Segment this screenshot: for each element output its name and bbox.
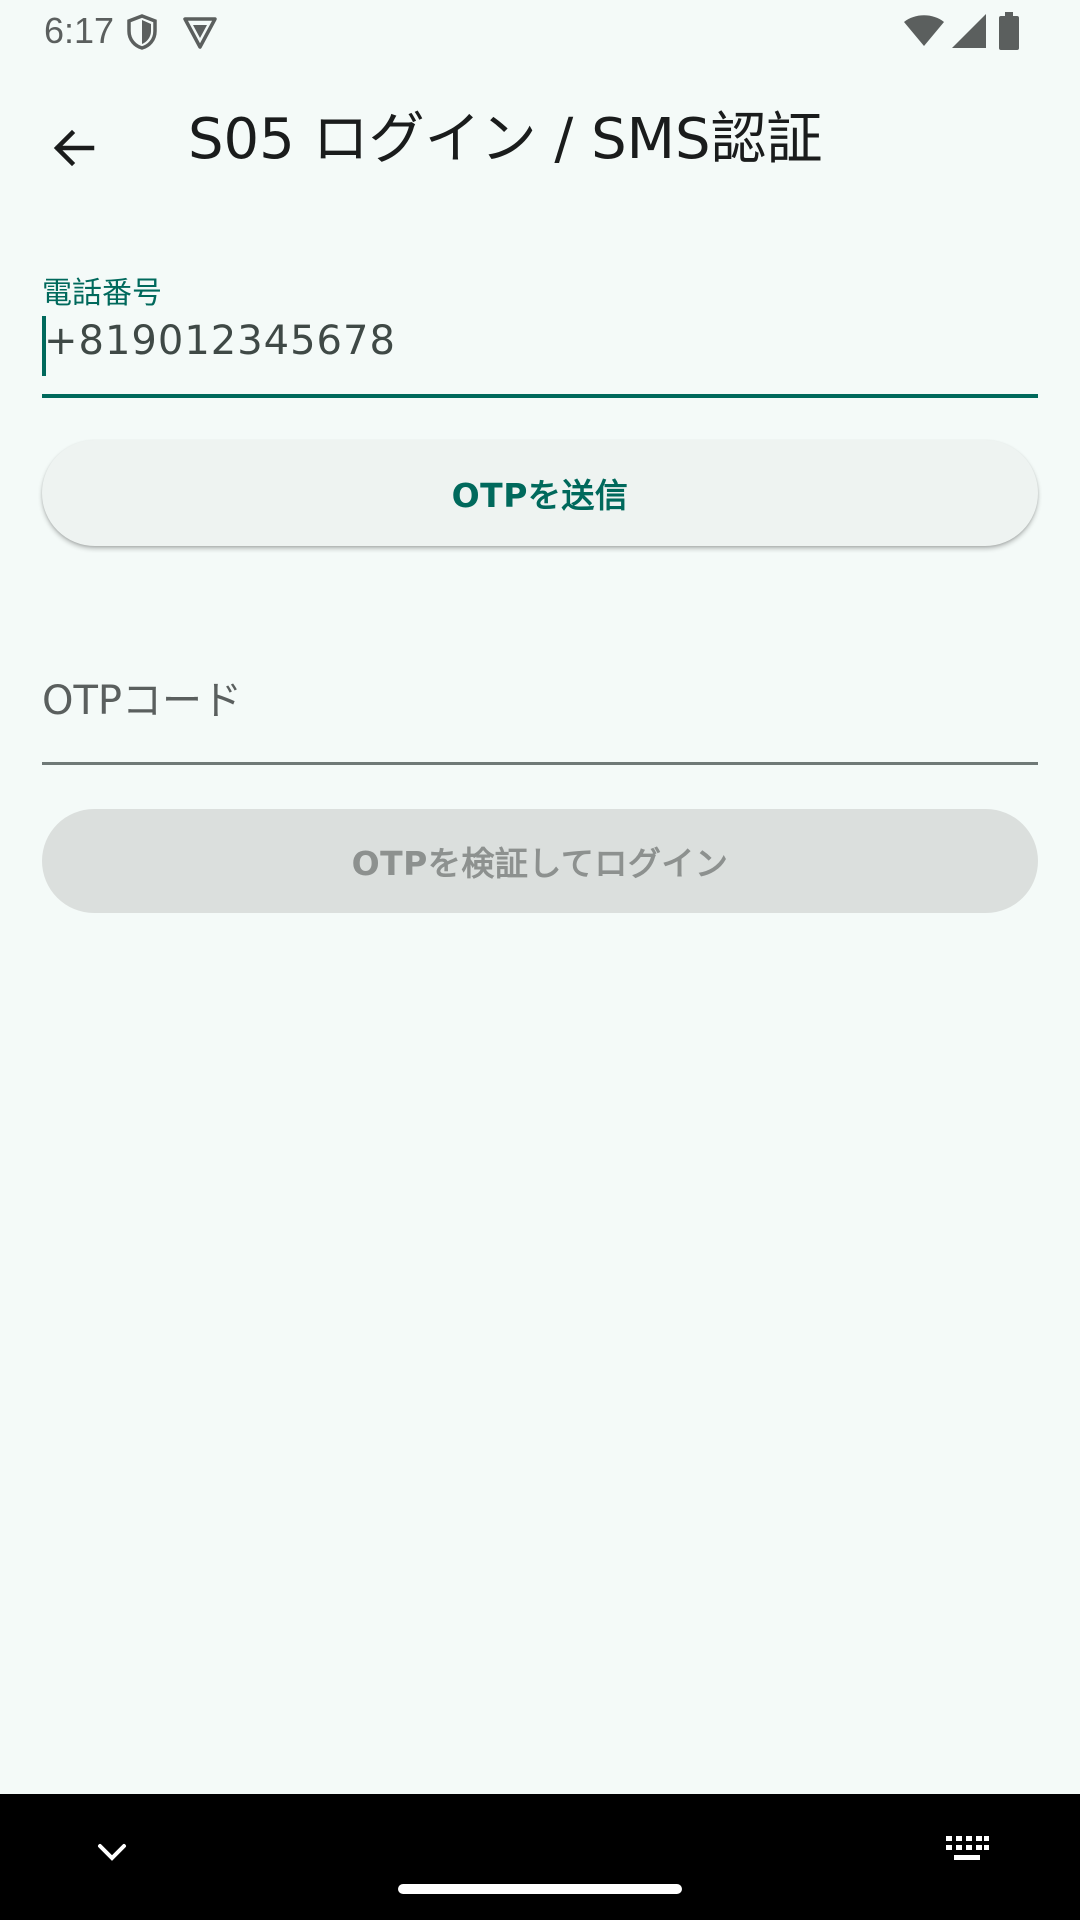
verify-login-label: OTPを検証してログイン bbox=[351, 844, 729, 883]
chevron-down-icon[interactable] bbox=[92, 1836, 132, 1868]
navigation-bar bbox=[0, 1794, 1080, 1920]
verify-login-button[interactable]: OTPを検証してログイン bbox=[42, 809, 1038, 913]
home-handle[interactable] bbox=[398, 1884, 682, 1894]
page-title: S05 ログイン / SMS認証 bbox=[188, 107, 823, 172]
arrow-back-icon bbox=[53, 129, 95, 167]
battery-icon bbox=[999, 12, 1019, 50]
vpn-triangle-icon bbox=[183, 17, 217, 49]
app-bar: S05 ログイン / SMS認証 bbox=[0, 62, 1080, 214]
phone-number-field[interactable]: 電話番号 +819012345678 bbox=[42, 268, 1038, 398]
phone-number-label: 電話番号 bbox=[42, 276, 162, 311]
back-button[interactable] bbox=[28, 102, 120, 194]
keyboard-icon[interactable] bbox=[944, 1834, 990, 1868]
shield-icon bbox=[127, 14, 157, 50]
wifi-icon bbox=[904, 15, 944, 46]
status-time: 6:17 bbox=[44, 10, 115, 51]
status-bar: 6:17 bbox=[0, 0, 1080, 62]
phone-field-underline bbox=[42, 394, 1038, 398]
phone-number-value: +819012345678 bbox=[44, 318, 396, 364]
signal-icon bbox=[952, 14, 986, 48]
send-otp-button[interactable]: OTPを送信 bbox=[42, 440, 1038, 546]
otp-field-underline bbox=[42, 762, 1038, 765]
phone-number-input[interactable]: +819012345678 bbox=[42, 312, 1038, 380]
status-right-icons bbox=[904, 12, 1040, 52]
send-otp-label: OTPを送信 bbox=[451, 476, 629, 515]
otp-code-field[interactable]: OTPコード bbox=[42, 650, 1038, 768]
otp-code-placeholder: OTPコード bbox=[42, 678, 243, 724]
